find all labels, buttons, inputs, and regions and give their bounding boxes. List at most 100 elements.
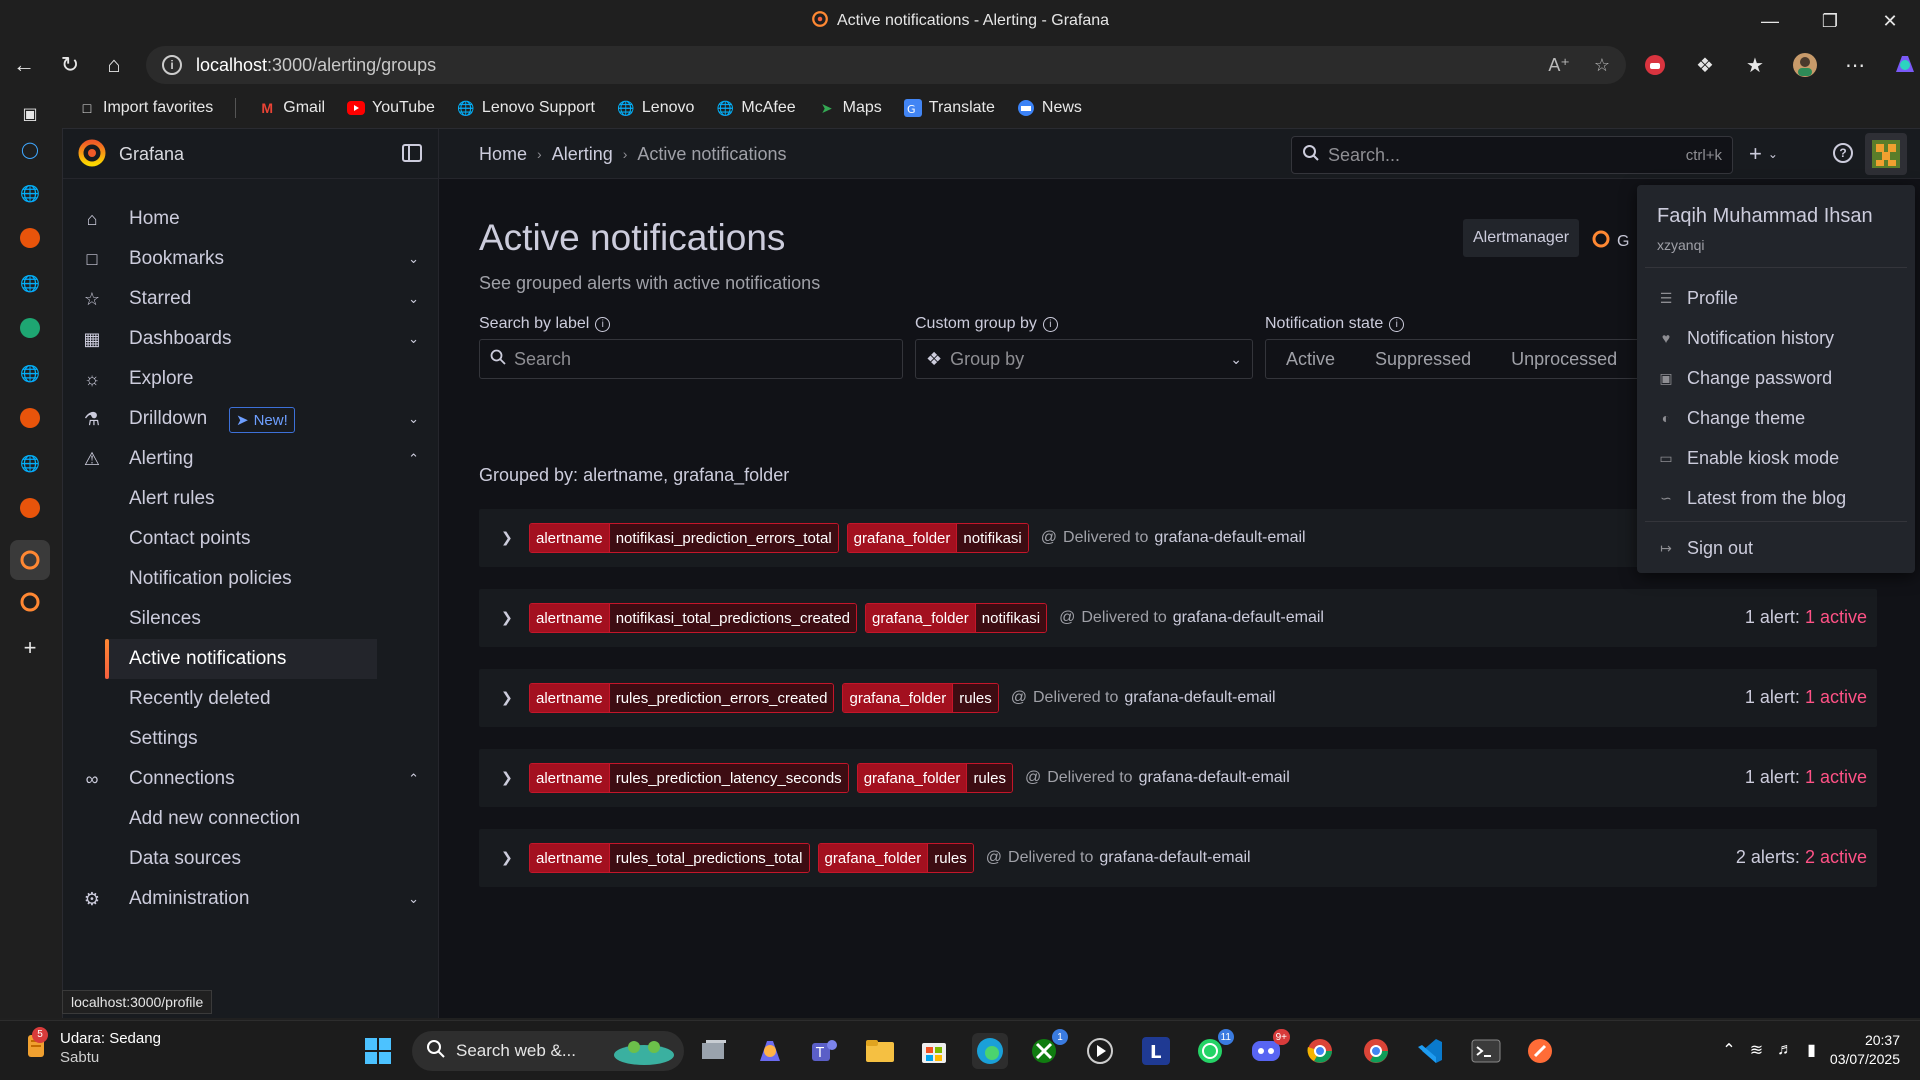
refresh-button[interactable]: ↻ [48, 45, 92, 85]
breadcrumb-home[interactable]: Home [479, 144, 527, 165]
nav-item-dashboards[interactable]: ▦ Dashboards ⌄ [63, 319, 439, 359]
nav-item-contact-points[interactable]: Contact points [63, 519, 439, 559]
bookmark-translate[interactable]: G Translate [903, 99, 995, 117]
chrome-profile-icon[interactable] [1358, 1033, 1394, 1069]
clock[interactable]: 20:37 03/07/2025 [1830, 1031, 1900, 1069]
read-aloud-icon[interactable]: A⁺ [1548, 55, 1570, 76]
chevron-down-icon[interactable]: ⌄ [408, 411, 419, 427]
vscode-icon[interactable] [1412, 1033, 1448, 1069]
tab-gitlab-icon[interactable] [16, 494, 44, 522]
file-explorer-icon[interactable] [862, 1033, 898, 1069]
chevron-right-icon[interactable]: ❯ [501, 849, 513, 866]
chevron-down-icon[interactable]: ⌄ [408, 331, 419, 347]
alert-group-row[interactable]: ❯ alertname rules_prediction_errors_creat… [479, 669, 1877, 727]
chevron-right-icon[interactable]: ❯ [501, 609, 513, 626]
chrome-icon[interactable] [1302, 1033, 1338, 1069]
battery-icon[interactable]: ▮ [1807, 1040, 1816, 1060]
nav-item-recently-deleted[interactable]: Recently deleted [63, 679, 439, 719]
bookmark-youtube[interactable]: YouTube [347, 99, 435, 117]
volume-icon[interactable]: ♬ [1777, 1041, 1793, 1059]
alert-group-row[interactable]: ❯ alertname notifikasi_total_predictions_… [479, 589, 1877, 647]
media-player-icon[interactable] [1082, 1033, 1118, 1069]
address-bar[interactable]: i localhost:3000/alerting/groups A⁺ ☆ [146, 46, 1626, 84]
tab-actions-icon[interactable]: ▣ [16, 100, 44, 128]
info-icon[interactable]: i [595, 316, 611, 332]
bookmark-maps[interactable]: ➤ Maps [818, 99, 882, 117]
breadcrumb-alerting[interactable]: Alerting [552, 144, 613, 165]
close-button[interactable]: ✕ [1860, 0, 1920, 42]
chevron-down-icon[interactable]: ⌄ [408, 891, 419, 907]
nav-item-alert-rules[interactable]: Alert rules [63, 479, 439, 519]
extensions-puzzle-icon[interactable]: ❖ [1690, 50, 1720, 80]
help-icon[interactable]: ? [1833, 143, 1853, 163]
bookmark-lenovo-support[interactable]: 🌐 Lenovo Support [457, 99, 595, 117]
menu-item-change-password[interactable]: ▣ Change password [1657, 363, 1832, 393]
chevron-right-icon[interactable]: ❯ [501, 689, 513, 706]
more-options-icon[interactable]: ⋯ [1840, 50, 1870, 80]
wifi-icon[interactable]: ≋ [1750, 1040, 1763, 1060]
menu-item-sign-out[interactable]: ↦ Sign out [1657, 533, 1753, 563]
nav-item-active-notifications[interactable]: Active notifications [105, 639, 377, 679]
task-view-icon[interactable] [696, 1033, 732, 1069]
info-icon[interactable]: i [1042, 316, 1058, 332]
site-info-icon[interactable]: i [162, 55, 182, 75]
nav-item-starred[interactable]: ☆ Starred ⌄ [63, 279, 439, 319]
l-app-icon[interactable]: L [1138, 1033, 1174, 1069]
global-search-input[interactable]: Search... ctrl+k [1291, 136, 1733, 174]
nav-item-silences[interactable]: Silences [63, 599, 439, 639]
xbox-icon[interactable]: 1 [1026, 1029, 1068, 1069]
chevron-up-icon[interactable]: ⌃ [408, 451, 419, 467]
nav-item-bookmarks[interactable]: □ Bookmarks ⌄ [63, 239, 439, 279]
menu-item-profile[interactable]: ☰ Profile [1657, 283, 1738, 313]
tab-feather-icon[interactable] [16, 314, 44, 342]
tab-grafana-icon[interactable] [16, 588, 44, 616]
nav-item-connections[interactable]: ∞ Connections ⌃ [63, 759, 439, 799]
nav-item-alerting[interactable]: ⚠ Alerting ⌃ [63, 439, 439, 479]
home-button[interactable]: ⌂ [92, 45, 136, 85]
menu-item-notification-history[interactable]: ♥ Notification history [1657, 323, 1834, 353]
nav-item-home[interactable]: ⌂ Home [63, 199, 439, 239]
nav-item-data-sources[interactable]: Data sources [63, 839, 439, 879]
group-by-select[interactable]: ❖ Group by ⌄ [915, 339, 1253, 379]
tab-loading-icon[interactable]: ◯ [16, 136, 44, 164]
browser-profile-avatar[interactable] [1790, 50, 1820, 80]
tab-grafana-active-icon[interactable] [10, 540, 50, 580]
new-menu-button[interactable]: + ⌄ [1749, 141, 1778, 167]
label-search-input[interactable]: Search [479, 339, 903, 379]
taskbar-search[interactable]: Search web &... [412, 1031, 684, 1071]
menu-item-latest-blog[interactable]: ∽ Latest from the blog [1657, 483, 1846, 513]
nav-item-settings[interactable]: Settings [63, 719, 439, 759]
nav-item-notification-policies[interactable]: Notification policies [63, 559, 439, 599]
copilot-icon[interactable] [1890, 50, 1920, 80]
bookmark-gmail[interactable]: M Gmail [258, 99, 325, 117]
tab-globe-icon[interactable]: 🌐 [16, 450, 44, 478]
chevron-right-icon[interactable]: ❯ [501, 769, 513, 786]
weather-widget[interactable]: 5 Udara: Sedang Sabtu [24, 1026, 161, 1067]
minimize-button[interactable]: — [1740, 0, 1800, 42]
alert-group-row[interactable]: ❯ alertname rules_prediction_latency_seco… [479, 749, 1877, 807]
grafana-logo-icon[interactable] [77, 137, 107, 172]
bookmark-mcafee[interactable]: 🌐 McAfee [716, 99, 796, 117]
state-option-active[interactable]: Active [1266, 349, 1355, 370]
tab-gitlab-icon[interactable] [16, 224, 44, 252]
state-option-suppressed[interactable]: Suppressed [1355, 349, 1491, 370]
new-tab-plus-icon[interactable]: + [16, 634, 44, 662]
microsoft-store-icon[interactable] [916, 1033, 952, 1069]
copilot-taskbar-icon[interactable] [752, 1033, 788, 1069]
chevron-right-icon[interactable]: ❯ [501, 529, 513, 546]
alert-group-row[interactable]: ❯ alertname rules_total_predictions_total… [479, 829, 1877, 887]
back-button[interactable]: ← [2, 45, 46, 85]
chevron-up-icon[interactable]: ⌃ [408, 771, 419, 787]
dock-menu-icon[interactable] [402, 144, 422, 162]
teams-icon[interactable]: T [806, 1033, 842, 1069]
nav-item-add-new-connection[interactable]: Add new connection [63, 799, 439, 839]
maximize-button[interactable]: ❐ [1800, 0, 1860, 42]
menu-item-kiosk-mode[interactable]: ▭ Enable kiosk mode [1657, 443, 1839, 473]
chevron-up-icon[interactable]: ⌃ [1722, 1040, 1735, 1060]
whatsapp-icon[interactable]: 11 [1192, 1029, 1234, 1069]
info-icon[interactable]: i [1389, 316, 1405, 332]
bookmark-import-favorites[interactable]: □ Import favorites [78, 99, 214, 117]
state-option-unprocessed[interactable]: Unprocessed [1491, 349, 1637, 370]
nav-item-drilldown[interactable]: ⚗ Drilldown ➤ New! ⌄ [63, 399, 439, 439]
postman-icon[interactable] [1522, 1033, 1558, 1069]
